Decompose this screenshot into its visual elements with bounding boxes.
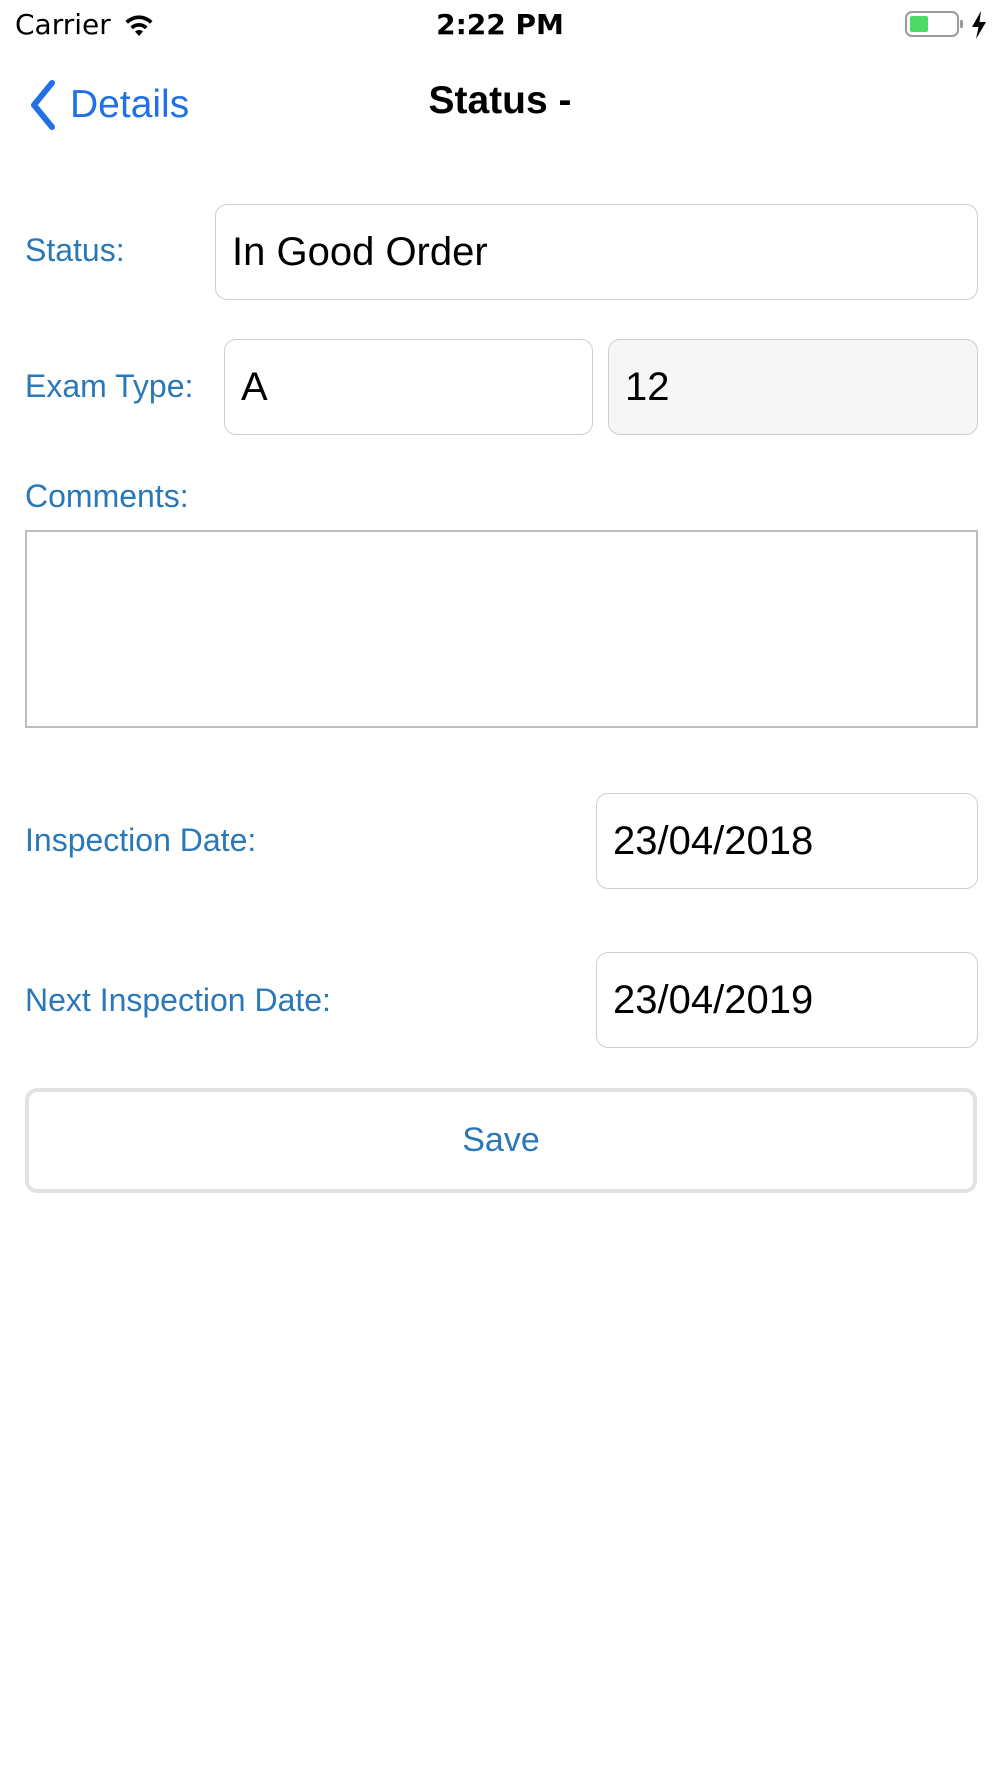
clock-time: 2:22 PM	[436, 8, 564, 41]
next-inspection-date-value: 23/04/2019	[613, 977, 814, 1022]
inspection-date-value: 23/04/2018	[613, 818, 814, 863]
exam-type-number-field: 12	[608, 339, 978, 435]
inspection-date-label: Inspection Date:	[25, 822, 257, 858]
status-label: Status:	[25, 232, 125, 268]
battery-charging-icon	[905, 11, 963, 37]
next-inspection-date-field[interactable]: 23/04/2019	[596, 952, 978, 1048]
save-button-label: Save	[462, 1121, 540, 1159]
exam-type-number-value: 12	[625, 364, 670, 409]
page-title: Status -	[428, 79, 572, 122]
save-button[interactable]: Save	[25, 1088, 977, 1193]
comments-label: Comments:	[25, 478, 189, 514]
charging-bolt-icon	[972, 11, 986, 39]
exam-type-label: Exam Type:	[25, 368, 194, 404]
status-bar: Carrier 2:22 PM	[0, 0, 1000, 50]
navigation-bar: Details Status -	[0, 55, 1000, 151]
inspection-date-field[interactable]: 23/04/2018	[596, 793, 978, 889]
status-field[interactable]: In Good Order	[215, 204, 978, 300]
status-field-value: In Good Order	[232, 229, 488, 274]
next-inspection-date-label: Next Inspection Date:	[25, 982, 331, 1018]
exam-type-field[interactable]: A	[224, 339, 593, 435]
exam-type-field-value: A	[241, 364, 268, 409]
comments-textarea[interactable]	[25, 530, 978, 728]
